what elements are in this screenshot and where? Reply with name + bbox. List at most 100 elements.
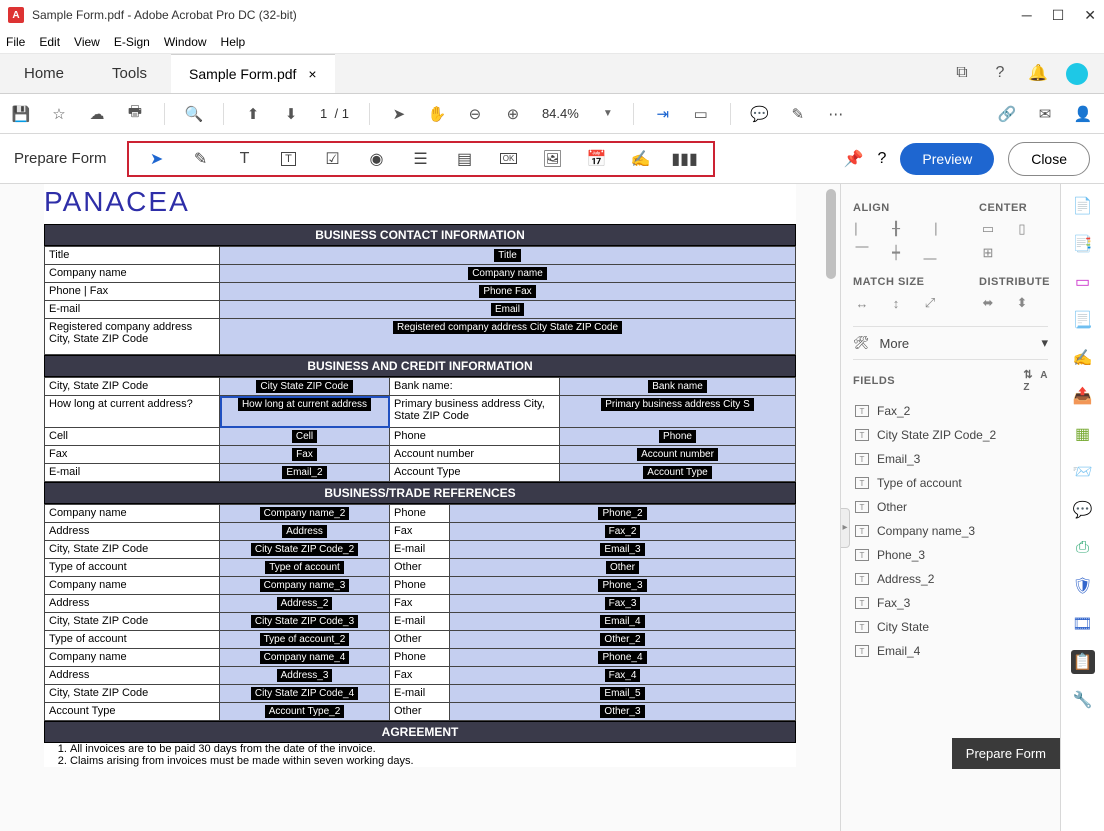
- form-field[interactable]: Phone_3: [450, 577, 796, 595]
- radio-tool-icon[interactable]: ◉: [367, 149, 387, 169]
- form-field[interactable]: Fax_2: [450, 523, 796, 541]
- link-icon[interactable]: 🔗: [998, 105, 1016, 123]
- maximize-button[interactable]: ☐: [1052, 7, 1065, 24]
- form-field[interactable]: Type of account: [220, 559, 390, 577]
- menu-window[interactable]: Window: [164, 35, 207, 49]
- more-options[interactable]: 🛠 More ▾: [853, 326, 1048, 360]
- form-field[interactable]: City State ZIP Code_4: [220, 685, 390, 703]
- align-top-icon[interactable]: ⎺: [853, 244, 871, 262]
- save-icon[interactable]: 💾: [12, 105, 30, 123]
- match-height-icon[interactable]: ↕: [887, 294, 905, 312]
- field-list-item[interactable]: TCity State ZIP Code_2: [853, 423, 1048, 447]
- form-field[interactable]: Fax_4: [450, 667, 796, 685]
- form-field[interactable]: Account number: [560, 446, 796, 464]
- form-field[interactable]: Company name_4: [220, 649, 390, 667]
- protect-icon[interactable]: 🛡: [1071, 574, 1095, 598]
- dropdown-tool-icon[interactable]: ▤: [455, 149, 475, 169]
- star-icon[interactable]: ☆: [50, 105, 68, 123]
- page-down-icon[interactable]: ⬇: [282, 105, 300, 123]
- align-center-icon[interactable]: ╂: [887, 220, 905, 238]
- scan-icon[interactable]: ⎙: [1071, 536, 1095, 560]
- form-field[interactable]: Account Type: [560, 464, 796, 482]
- menu-help[interactable]: Help: [221, 35, 246, 49]
- field-list-item[interactable]: TAddress_2: [853, 567, 1048, 591]
- menu-view[interactable]: View: [74, 35, 100, 49]
- checkbox-tool-icon[interactable]: ☑: [323, 149, 343, 169]
- menu-edit[interactable]: Edit: [39, 35, 60, 49]
- panel-collapse-handle[interactable]: ▸: [840, 508, 850, 548]
- page-up-icon[interactable]: ⬆: [244, 105, 262, 123]
- field-list-item[interactable]: TPhone_3: [853, 543, 1048, 567]
- form-field[interactable]: How long at current address: [220, 396, 390, 428]
- sort-icon[interactable]: ⇅: [1023, 369, 1033, 381]
- profile-icon[interactable]: 👤: [1074, 105, 1092, 123]
- more-tools-icon[interactable]: ⋯: [827, 105, 845, 123]
- match-both-icon[interactable]: ⤢: [921, 294, 939, 312]
- form-field[interactable]: Registered company address City State ZI…: [220, 319, 796, 355]
- field-list-item[interactable]: TEmail_4: [853, 639, 1048, 663]
- print-icon[interactable]: 🖶: [126, 105, 144, 123]
- form-field[interactable]: Email: [220, 301, 796, 319]
- comment-icon[interactable]: 💬: [751, 105, 769, 123]
- form-field[interactable]: Other_3: [450, 703, 796, 721]
- close-window-button[interactable]: ✕: [1084, 7, 1096, 24]
- form-field[interactable]: Other_2: [450, 631, 796, 649]
- field-list-item[interactable]: TCompany name_3: [853, 519, 1048, 543]
- export-pdf-icon[interactable]: 📤: [1071, 384, 1095, 408]
- center-both-icon[interactable]: ⊞: [979, 244, 997, 262]
- fill-sign-icon[interactable]: ✍: [1071, 346, 1095, 370]
- form-field[interactable]: Other: [450, 559, 796, 577]
- center-v-icon[interactable]: ▯: [1013, 220, 1031, 238]
- form-field[interactable]: Cell: [220, 428, 390, 446]
- edit-pdf-icon[interactable]: ▭: [1071, 270, 1095, 294]
- form-field[interactable]: Phone: [560, 428, 796, 446]
- form-field[interactable]: Address: [220, 523, 390, 541]
- fit-page-icon[interactable]: ▭: [692, 105, 710, 123]
- match-width-icon[interactable]: ↔: [853, 294, 871, 312]
- help-icon[interactable]: ?: [990, 63, 1010, 83]
- tab-close-icon[interactable]: ×: [308, 66, 316, 82]
- menu-esign[interactable]: E-Sign: [114, 35, 150, 49]
- form-field[interactable]: Address_2: [220, 595, 390, 613]
- align-left-icon[interactable]: ⎸: [853, 220, 871, 238]
- more-tools-strip-icon[interactable]: 🔧: [1071, 688, 1095, 712]
- tab-home[interactable]: Home: [0, 54, 88, 93]
- image-tool-icon[interactable]: 🖼: [543, 149, 563, 169]
- form-field[interactable]: Email_4: [450, 613, 796, 631]
- form-field[interactable]: Address_3: [220, 667, 390, 685]
- form-field[interactable]: Company name_3: [220, 577, 390, 595]
- cloud-upload-icon[interactable]: ☁: [88, 105, 106, 123]
- fit-width-icon[interactable]: ⇥: [654, 105, 672, 123]
- highlight-icon[interactable]: ✎: [789, 105, 807, 123]
- field-list-item[interactable]: TType of account: [853, 471, 1048, 495]
- align-middle-icon[interactable]: ┿: [887, 244, 905, 262]
- form-field[interactable]: City State ZIP Code_3: [220, 613, 390, 631]
- zoom-level[interactable]: 84.4%: [542, 106, 579, 121]
- button-tool-icon[interactable]: OK: [499, 149, 519, 169]
- align-bottom-icon[interactable]: ⎽: [921, 244, 939, 262]
- zoom-in-icon[interactable]: ⊕: [504, 105, 522, 123]
- align-right-icon[interactable]: ⎹: [921, 220, 939, 238]
- field-list-item[interactable]: TOther: [853, 495, 1048, 519]
- preview-button[interactable]: Preview: [900, 143, 994, 175]
- field-list-item[interactable]: TCity State: [853, 615, 1048, 639]
- zoom-out-icon[interactable]: ⊖: [466, 105, 484, 123]
- form-field[interactable]: Email_5: [450, 685, 796, 703]
- form-field[interactable]: Email_2: [220, 464, 390, 482]
- rich-media-icon[interactable]: 🎞: [1071, 612, 1095, 636]
- user-avatar[interactable]: [1066, 63, 1088, 85]
- form-field[interactable]: City State ZIP Code: [220, 378, 390, 396]
- signature-tool-icon[interactable]: ✍: [631, 149, 651, 169]
- document-pane[interactable]: PANACEA BUSINESS CONTACT INFORMATION Tit…: [0, 184, 840, 831]
- menu-file[interactable]: File: [6, 35, 25, 49]
- tab-document[interactable]: Sample Form.pdf ×: [171, 54, 335, 93]
- text-field-icon[interactable]: T: [279, 149, 299, 169]
- distribute-h-icon[interactable]: ⬌: [979, 294, 997, 312]
- form-field[interactable]: Fax_3: [450, 595, 796, 613]
- minimize-button[interactable]: ─: [1022, 7, 1032, 24]
- form-field[interactable]: Phone_2: [450, 505, 796, 523]
- organize-icon[interactable]: ▦: [1071, 422, 1095, 446]
- find-icon[interactable]: 🔍: [185, 105, 203, 123]
- form-field[interactable]: Bank name: [560, 378, 796, 396]
- create-pdf-icon[interactable]: 📄: [1071, 194, 1095, 218]
